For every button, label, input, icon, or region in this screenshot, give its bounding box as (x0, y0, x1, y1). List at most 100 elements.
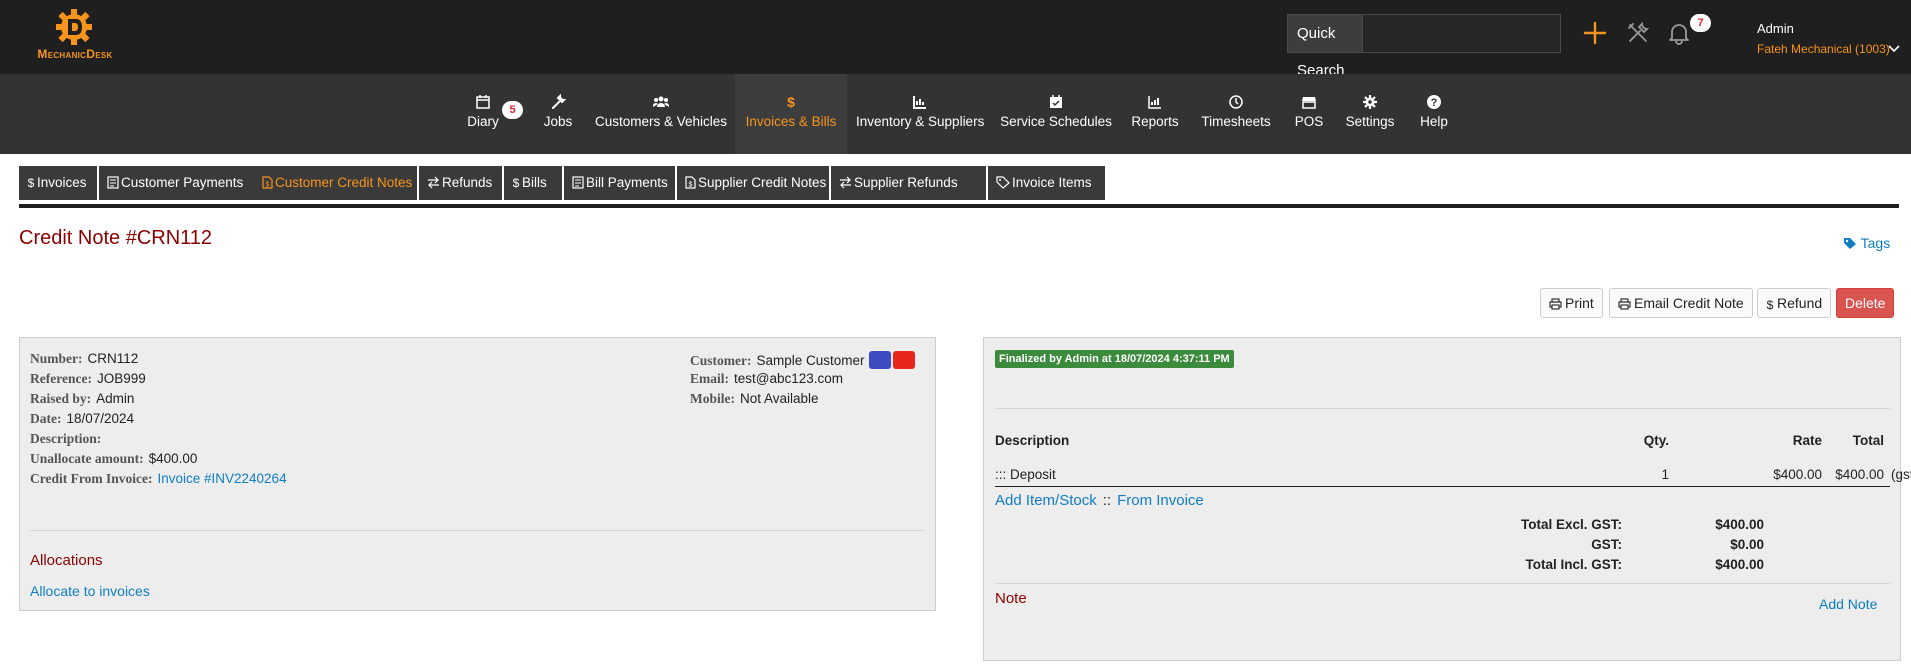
add-note-link[interactable]: Add Note (1819, 596, 1877, 612)
item-tax: (gst free) (1891, 467, 1911, 482)
subtab-supplier-refunds[interactable]: Supplier Refunds (831, 166, 986, 200)
plus-icon[interactable] (1582, 20, 1608, 46)
reference-label: Reference: (30, 371, 92, 386)
dollar-icon: $ (513, 176, 520, 190)
subtab-label: Customer Credit Notes (275, 175, 413, 190)
subtab-invoices[interactable]: $ Invoices (19, 166, 97, 200)
file-dollar-icon: $ (262, 176, 273, 189)
dollar-icon: $ (28, 176, 35, 190)
gst-label: GST: (1591, 537, 1622, 552)
allocate-to-invoices-link[interactable]: Allocate to invoices (30, 583, 150, 599)
bell-icon[interactable] (1666, 20, 1692, 46)
nav-label: Customers & Vehicles (594, 114, 728, 129)
logo-text: MechanicDesk (37, 47, 113, 61)
nav-label: POS (1294, 114, 1324, 129)
mobile-row: Mobile: Not Available (690, 391, 819, 407)
tags-link[interactable]: Tags (1843, 235, 1890, 251)
nav-pos[interactable]: POS (1292, 74, 1326, 154)
nav-reports[interactable]: Reports (1130, 74, 1180, 154)
dollar-icon: $ (1767, 298, 1774, 312)
total-excl-gst-label: Total Excl. GST: (1520, 517, 1622, 532)
divider (30, 530, 925, 531)
delete-button[interactable]: Delete (1836, 288, 1895, 318)
main-nav: Diary Jobs Customers & Vehicles $ Invoic… (0, 74, 1911, 154)
clock-icon (1229, 95, 1243, 109)
reference-row: Reference: JOB999 (30, 371, 146, 387)
refund-button[interactable]: $ Refund (1757, 288, 1832, 318)
user-name[interactable]: Admin (1757, 21, 1794, 36)
nav-jobs[interactable]: Jobs (536, 74, 580, 154)
date-value: 18/07/2024 (66, 411, 135, 426)
subtab-label: Bill Payments (586, 175, 668, 190)
nav-label: Service Schedules (1000, 114, 1112, 129)
print-button[interactable]: Print (1540, 288, 1603, 318)
unallocated-label: Unallocate amount: (30, 451, 144, 466)
calendar-check-icon (1050, 95, 1062, 108)
chevron-down-icon[interactable] (1887, 41, 1901, 55)
number-label: Number: (30, 351, 83, 366)
number-value: CRN112 (87, 351, 139, 366)
credit-note-details-panel: Number: CRN112 Reference: JOB999 Raised by… (19, 337, 936, 611)
credit-from-label: Credit From Invoice: (30, 471, 153, 486)
col-qty-header: Qty. (1643, 433, 1669, 448)
nav-label: Timesheets (1201, 114, 1271, 129)
add-item-stock-link[interactable]: Add Item/Stock (995, 492, 1097, 509)
raised-by-row: Raised by: Admin (30, 391, 134, 407)
from-invoice-link[interactable]: From Invoice (1117, 492, 1204, 509)
svg-text:$: $ (1767, 298, 1774, 310)
users-icon (653, 96, 669, 107)
email-credit-note-button[interactable]: Email Credit Note (1609, 288, 1753, 318)
subtab-customer-credit-notes[interactable]: $ Customer Credit Notes (254, 166, 417, 200)
quick-search-input[interactable] (1362, 15, 1560, 52)
nav-diary[interactable]: Diary (460, 74, 506, 154)
customer-tag-swatch (868, 351, 891, 369)
print-label: Print (1565, 295, 1594, 311)
line-item-description: ::: Deposit (995, 467, 1056, 482)
nav-invoices-bills[interactable]: $ Invoices & Bills (735, 74, 847, 154)
subtab-bills[interactable]: $ Bills (504, 166, 562, 200)
drag-handle[interactable]: ::: (995, 467, 1006, 482)
nav-settings[interactable]: Settings (1344, 74, 1396, 154)
nav-inventory-suppliers[interactable]: Inventory & Suppliers (856, 74, 984, 154)
quick-search-label: Quick Search (1288, 15, 1362, 79)
receipt-icon (107, 176, 119, 189)
add-item-links: Add Item/Stock:: From Invoice (995, 492, 1204, 509)
company-name[interactable]: Fateh Mechanical (1003) (1757, 42, 1890, 56)
subtab-label: Supplier Refunds (854, 175, 958, 190)
mobile-label: Mobile: (690, 391, 735, 406)
email-value: test@abc123.com (734, 371, 844, 386)
svg-text:?: ? (1431, 97, 1438, 109)
separator: :: (1102, 492, 1112, 509)
gst-value: $0.00 (1730, 537, 1764, 552)
item-total: $400.00 (1835, 467, 1884, 482)
nav-help[interactable]: ? Help (1418, 74, 1450, 154)
col-rate-header: Rate (1792, 433, 1822, 448)
diary-badge: 5 (502, 101, 523, 119)
subtab-bill-payments[interactable]: Bill Payments (564, 166, 675, 200)
file-dollar-icon: $ (685, 176, 696, 189)
subtab-supplier-credit-notes[interactable]: $ Supplier Credit Notes (677, 166, 829, 200)
nav-timesheets[interactable]: Timesheets (1198, 74, 1274, 154)
svg-text:$: $ (689, 182, 693, 189)
total-incl-gst-label: Total Incl. GST: (1525, 557, 1622, 572)
raised-by-value: Admin (96, 391, 135, 406)
refund-label: Refund (1777, 295, 1823, 311)
items-bottom-rule (995, 486, 1890, 487)
unallocated-row: Unallocate amount: $400.00 (30, 451, 197, 467)
credit-from-invoice-link[interactable]: Invoice #INV2240264 (157, 471, 286, 486)
subtab-refunds[interactable]: Refunds (419, 166, 502, 200)
email-label: Email Credit Note (1634, 295, 1744, 311)
subtab-invoice-items[interactable]: Invoice Items (988, 166, 1105, 200)
tools-icon[interactable] (1625, 20, 1651, 46)
credit-from-row: Credit From Invoice: Invoice #INV2240264 (30, 471, 287, 487)
svg-text:$: $ (266, 182, 270, 189)
printer-icon (1549, 298, 1562, 310)
email-row: Email: test@abc123.com (690, 371, 843, 387)
mechanicdesk-logo[interactable]: MechanicDesk (19, 7, 131, 61)
note-title: Note (995, 590, 1027, 607)
printer-icon (1618, 298, 1631, 310)
nav-service-schedules[interactable]: Service Schedules (1000, 74, 1112, 154)
description-row: Description: (30, 431, 106, 447)
nav-customers-vehicles[interactable]: Customers & Vehicles (594, 74, 728, 154)
subtab-customer-payments[interactable]: Customer Payments (99, 166, 270, 200)
